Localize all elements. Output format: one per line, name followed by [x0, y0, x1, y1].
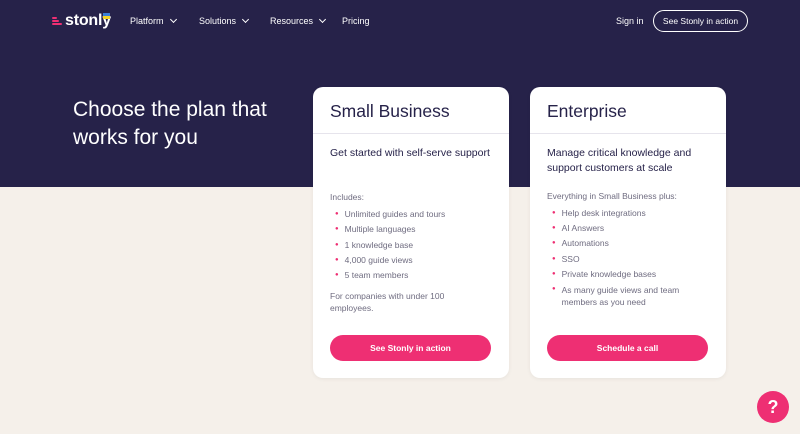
bullet-icon: ● [552, 255, 556, 262]
includes-label: Includes: [330, 192, 365, 202]
list-item: ● SSO [552, 254, 702, 265]
bullet-icon: ● [335, 211, 339, 217]
feature-label: SSO [561, 253, 580, 264]
plan-card-enterprise: Enterprise Manage critical knowledge and… [530, 87, 726, 378]
list-item: ● 5 team members [335, 270, 445, 281]
bullet-icon: ● [552, 210, 556, 216]
list-item: ● Unlimited guides and tours [335, 209, 445, 220]
nav-resources[interactable]: Resources [270, 14, 327, 28]
bullet-icon: ● [552, 285, 556, 292]
bullet-icon: ● [552, 270, 556, 277]
feature-list: ● Unlimited guides and tours ● Multiple la… [335, 209, 445, 285]
chevron-down-icon [241, 15, 250, 24]
bullet-icon: ● [335, 226, 339, 233]
chevron-down-icon [318, 15, 327, 24]
divider [313, 133, 509, 134]
nav-pricing[interactable]: Pricing [342, 14, 370, 28]
list-item: ● Multiple languages [335, 224, 445, 235]
feature-label: As many guide views and team members as … [561, 284, 680, 307]
sign-in-link[interactable]: Sign in [616, 14, 644, 28]
nav-solutions[interactable]: Solutions [199, 14, 250, 28]
feature-label: Private knowledge bases [561, 268, 657, 279]
schedule-a-call-button[interactable]: Schedule a call [547, 335, 708, 361]
help-button[interactable]: ? [757, 391, 789, 423]
plan-subtitle: Manage critical knowledge and support cu… [547, 147, 692, 174]
list-item: ● Help desk integrations [552, 208, 702, 219]
chevron-down-icon [169, 15, 177, 24]
feature-label: Unlimited guides and tours [344, 209, 446, 219]
feature-label: 1 knowledge base [344, 239, 414, 250]
logo-mark-icon [52, 16, 62, 26]
list-item: ● Private knowledge bases [552, 269, 702, 280]
bullet-icon: ● [552, 225, 556, 232]
question-icon: ? [767, 396, 779, 417]
nav-resources-label: Resources [270, 16, 314, 26]
feature-label: 5 team members [344, 270, 409, 281]
bullet-icon: ● [335, 241, 339, 248]
nav-platform-label: Platform [130, 16, 164, 26]
plan-name: Enterprise [547, 101, 627, 121]
list-item: ● 1 knowledge base [335, 240, 445, 251]
see-stonly-in-action-button[interactable]: See Stonly in action [653, 10, 748, 32]
plan-note: For companies with under 100 employees. [330, 291, 445, 313]
bullet-icon: ● [335, 272, 339, 279]
see-stonly-in-action-card-button[interactable]: See Stonly in action [330, 335, 491, 361]
nav-pricing-label: Pricing [342, 16, 370, 26]
bullet-icon: ● [552, 240, 556, 247]
feature-list: ● Help desk integrations ● AI Answers ● Aut… [552, 208, 702, 312]
plan-subtitle: Get started with self-serve support [330, 147, 490, 159]
list-item: ● As many guide views and team members as… [552, 284, 702, 308]
nav-platform[interactable]: Platform [130, 14, 177, 28]
feature-label: Multiple languages [344, 224, 416, 235]
feature-label: Help desk integrations [561, 208, 646, 218]
flag-icon [103, 13, 110, 19]
feature-label: AI Answers [561, 223, 605, 234]
divider [530, 133, 726, 134]
feature-label: 4,000 guide views [344, 254, 413, 265]
nav-solutions-label: Solutions [199, 16, 237, 26]
plan-card-small-business: Small Business Get started with self-ser… [313, 87, 509, 378]
list-item: ● AI Answers [552, 223, 702, 234]
includes-label: Everything in Small Business plus: [547, 191, 677, 201]
feature-label: Automations [561, 238, 609, 249]
list-item: ● 4,000 guide views [335, 255, 445, 266]
list-item: ● Automations [552, 238, 702, 249]
plan-name: Small Business [330, 101, 450, 121]
bullet-icon: ● [335, 256, 339, 263]
page-title: Choose the plan that works for you [73, 98, 267, 149]
